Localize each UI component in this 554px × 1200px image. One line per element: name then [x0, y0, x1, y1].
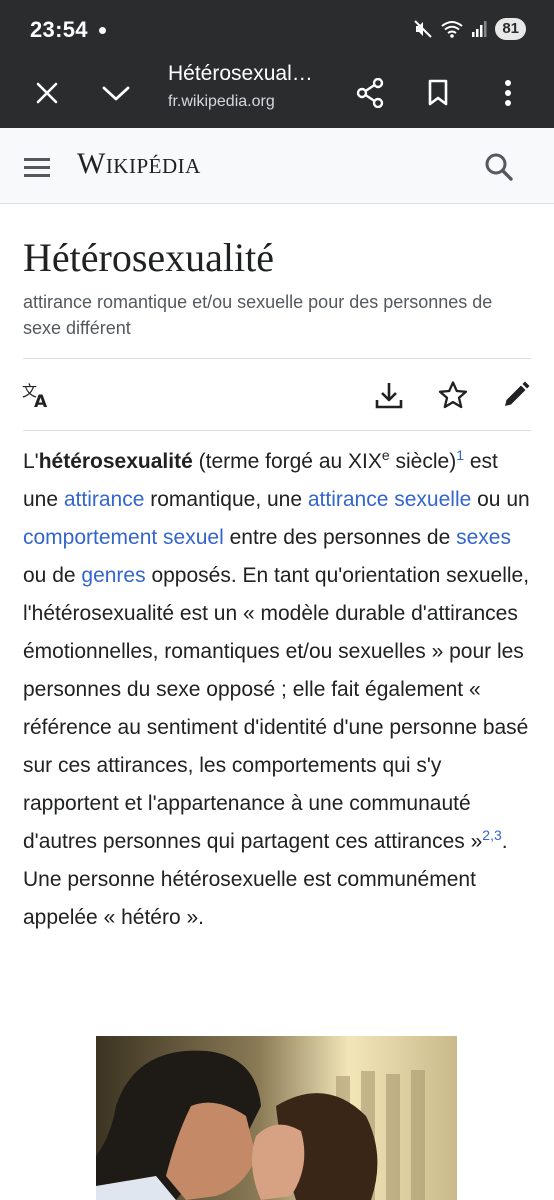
text: L'	[23, 450, 39, 473]
status-icons: 81	[413, 16, 526, 42]
reference-link[interactable]: 2,3	[482, 827, 501, 843]
bold-term: hétérosexualité	[38, 450, 193, 473]
status-time: 23:54	[30, 17, 88, 42]
edit-icon[interactable]	[498, 377, 534, 413]
text: entre des personnes de	[223, 526, 457, 549]
search-icon[interactable]	[480, 148, 518, 186]
more-icon[interactable]	[486, 71, 530, 115]
browser-toolbar: Hétérosexual… fr.wikipedia.org	[0, 58, 554, 128]
link-comportement-sexuel[interactable]: comportement sexuel	[23, 526, 224, 549]
chevron-down-icon[interactable]	[94, 71, 138, 115]
svg-text:A: A	[34, 392, 48, 409]
battery-icon: 81	[495, 18, 526, 40]
link-attirance-sexuelle[interactable]: attirance sexuelle	[308, 488, 471, 511]
article-image[interactable]	[96, 1036, 457, 1200]
mute-icon	[414, 20, 433, 38]
bookmark-icon[interactable]	[416, 71, 460, 115]
divider	[23, 430, 531, 431]
page-actions: 文 A	[0, 371, 554, 421]
translate-icon[interactable]: 文 A	[19, 377, 55, 413]
wiki-header: Wikipédia	[0, 128, 554, 204]
text: (terme forgé au XIX	[192, 450, 382, 473]
text: siècle)	[389, 450, 457, 473]
notification-dot	[99, 27, 106, 34]
close-icon[interactable]	[25, 71, 69, 115]
wikipedia-logo[interactable]: Wikipédia	[77, 147, 201, 181]
link-attirance[interactable]: attirance	[64, 488, 145, 511]
wifi-icon	[441, 21, 463, 38]
download-icon[interactable]	[371, 377, 407, 413]
tab-title: Hétérosexual…	[168, 62, 313, 85]
divider	[23, 358, 531, 359]
link-genres[interactable]: genres	[81, 564, 145, 587]
tab-url: fr.wikipedia.org	[168, 93, 275, 110]
text: romantique, une	[144, 488, 308, 511]
page-title: Hétérosexualité	[23, 235, 274, 280]
menu-icon[interactable]	[20, 150, 54, 184]
page-subtitle: attirance romantique et/ou sexuelle pour…	[23, 292, 493, 338]
superscript: e	[381, 447, 390, 463]
star-icon[interactable]	[435, 377, 471, 413]
reference-link[interactable]: 1	[456, 447, 464, 463]
status-bar: 23:54 81	[0, 0, 554, 58]
share-icon[interactable]	[348, 71, 392, 115]
link-sexes[interactable]: sexes	[456, 526, 511, 549]
text: ou un	[471, 488, 530, 511]
signal-icon	[472, 21, 487, 37]
text: ou de	[23, 564, 82, 587]
article-paragraph: L'hétérosexualité (terme forgé au XIXe s…	[23, 443, 535, 937]
text: opposés. En tant qu'orientation sexuelle…	[23, 564, 530, 853]
